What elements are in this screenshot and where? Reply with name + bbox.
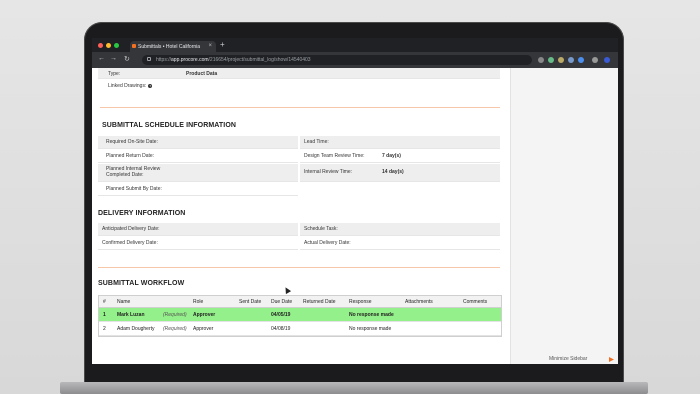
schedule-row: Lead Time: (300, 136, 500, 149)
due-date: 04/05/19 (271, 312, 291, 318)
row-number: 2 (103, 326, 106, 332)
internal-review-value: 14 day(s) (382, 169, 404, 175)
type-row: Type: Product Data (98, 68, 500, 79)
role: Approver (193, 312, 216, 318)
anticipated-delivery-label: Anticipated Delivery Date: (102, 226, 160, 232)
planned-return-label: Planned Return Date: (106, 153, 155, 159)
zoom-window-icon[interactable] (114, 43, 119, 48)
browser-toolbar: ← → ↻ https://app.procore.com/216654/pro… (92, 52, 618, 68)
extension-icon[interactable] (592, 57, 598, 63)
internal-review-label: Internal Review Time: (304, 169, 353, 175)
right-sidebar: Minimize Sidebar (510, 68, 618, 364)
schedule-row: Design Team Review Time: 7 day(s) (300, 150, 500, 163)
schedule-row: Planned Submit By Date: (98, 183, 298, 196)
extension-icon[interactable] (578, 57, 584, 63)
col-header-attachments: Attachments (405, 299, 433, 305)
url-host: app.procore.com (171, 57, 209, 63)
new-tab-button[interactable]: + (220, 40, 225, 49)
col-header-number: # (103, 299, 106, 305)
design-review-label: Design Team Review Time: (304, 153, 365, 159)
design-review-value: 7 day(s) (382, 153, 401, 159)
procore-favicon-icon (132, 44, 136, 48)
close-window-icon[interactable] (98, 43, 103, 48)
section-divider (98, 267, 500, 268)
minimize-sidebar-button[interactable]: Minimize Sidebar (549, 356, 587, 362)
response: No response made (349, 326, 392, 332)
planned-internal-label-2: Completed Date: (106, 172, 144, 178)
chevron-right-icon[interactable] (609, 357, 614, 362)
profile-avatar[interactable] (604, 57, 610, 63)
required-tag: (Required) (163, 312, 187, 318)
response: No response made (349, 312, 394, 318)
url-scheme: https:// (156, 57, 172, 63)
delivery-section-title: DELIVERY INFORMATION (98, 210, 186, 217)
help-icon[interactable]: ? (148, 84, 153, 88)
extension-icon[interactable] (548, 57, 554, 63)
lock-icon (147, 57, 151, 61)
planned-submit-label: Planned Submit By Date: (106, 186, 162, 192)
approver-name: Mark Luzan (117, 312, 145, 318)
back-icon[interactable]: ← (98, 55, 105, 62)
required-onsite-label: Required On-Site Date: (106, 139, 158, 145)
page: Type: Product Data Linked Drawings:? SUB… (92, 68, 618, 364)
reload-icon[interactable]: ↻ (124, 55, 130, 63)
schedule-row: Planned Return Date: (98, 150, 298, 163)
schedule-task-label: Schedule Task: (304, 226, 338, 232)
screen: Submittals • Hotel California × + ← → ↻ … (92, 38, 618, 364)
col-header-due: Due Date (271, 299, 293, 305)
schedule-section-title: SUBMITTAL SCHEDULE INFORMATION (102, 122, 237, 129)
workflow-section-title: SUBMITTAL WORKFLOW (98, 280, 185, 287)
type-label: Type: (108, 71, 121, 77)
workflow-table: # Name Role Sent Date Due Date Returned … (98, 295, 502, 337)
schedule-row: Planned Internal Review Completed Date: (98, 164, 298, 182)
actual-delivery-label: Actual Delivery Date: (304, 240, 351, 246)
delivery-row: Anticipated Delivery Date: (98, 223, 298, 236)
schedule-row: Required On-Site Date: (98, 136, 298, 149)
col-header-sent: Sent Date (239, 299, 262, 305)
minimize-window-icon[interactable] (106, 43, 111, 48)
type-value: Product Data (186, 71, 218, 77)
laptop-base (60, 382, 648, 394)
table-row[interactable]: 1 Mark Luzan (Required) Approver 04/05/1… (99, 308, 501, 322)
section-divider (100, 107, 500, 108)
tab-close-icon[interactable]: × (208, 43, 212, 49)
extension-icon[interactable] (558, 57, 564, 63)
forward-icon[interactable]: → (110, 55, 117, 62)
row-number: 1 (103, 312, 106, 318)
mouse-cursor-icon (282, 285, 292, 295)
col-header-name: Name (117, 299, 131, 305)
address-bar[interactable]: https://app.procore.com/216654/project/s… (142, 55, 532, 65)
table-row[interactable]: 2 Adam Dougherty (Required) Approver 04/… (99, 322, 501, 336)
linked-drawings-label: Linked Drawings:? (108, 83, 153, 89)
col-header-returned: Returned Date (303, 299, 336, 305)
required-tag: (Required) (163, 326, 187, 332)
delivery-row: Schedule Task: (300, 223, 500, 236)
workflow-table-header: # Name Role Sent Date Due Date Returned … (99, 296, 501, 308)
linked-drawings-row: Linked Drawings:? (98, 80, 500, 91)
tab-title: Submittals • Hotel California (138, 44, 201, 50)
url-path: /216654/project/submittal_log/show/14540… (208, 57, 311, 63)
col-header-role: Role (193, 299, 204, 305)
delivery-row: Actual Delivery Date: (300, 237, 500, 250)
schedule-row: Internal Review Time: 14 day(s) (300, 164, 500, 182)
browser-tabbar: Submittals • Hotel California × + (92, 38, 618, 52)
browser-tab[interactable]: Submittals • Hotel California × (130, 41, 216, 52)
col-header-comments: Comments (463, 299, 488, 305)
extension-icon[interactable] (538, 57, 544, 63)
extension-icon[interactable] (568, 57, 574, 63)
due-date: 04/08/19 (271, 326, 291, 332)
role: Approver (193, 326, 214, 332)
linked-drawings-text: Linked Drawings: (108, 83, 147, 89)
approver-name: Adam Dougherty (117, 326, 155, 332)
delivery-row: Confirmed Delivery Date: (98, 237, 298, 250)
lead-time-label: Lead Time: (304, 139, 329, 145)
confirmed-delivery-label: Confirmed Delivery Date: (102, 240, 158, 246)
col-header-response: Response (349, 299, 372, 305)
